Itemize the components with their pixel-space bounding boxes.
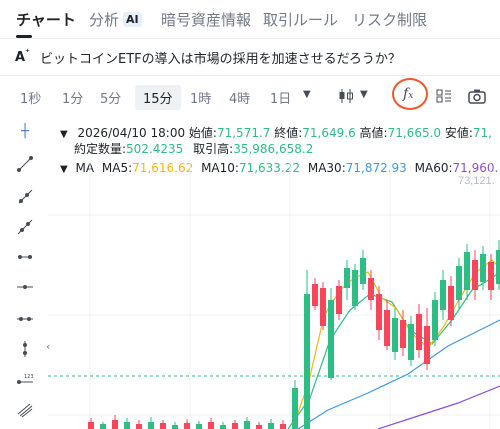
volume-value: 502.4235 [126, 142, 184, 156]
chart-type-chevron-icon[interactable]: ▼ [360, 89, 368, 100]
ohlc-collapse-chevron-icon[interactable]: ▼ [60, 129, 68, 140]
candle-body [416, 314, 422, 350]
candle-body [336, 286, 342, 314]
candle-body [488, 262, 494, 290]
vertical-range-icon[interactable] [16, 310, 34, 328]
candle-body [100, 424, 106, 429]
layout-grid-icon[interactable] [436, 89, 452, 103]
ohlc-row: ▼ 2026/04/10 18:00 始値:71,571.7 終値:71,649… [60, 124, 492, 141]
candle-body [232, 423, 238, 429]
candle-body [432, 300, 438, 340]
candle-body [344, 268, 350, 288]
candle-body [312, 284, 318, 306]
tab-risk-limits[interactable]: リスク制限 [352, 9, 427, 30]
price-line-icon[interactable]: 123 [16, 370, 34, 388]
candle-body [88, 422, 94, 429]
camera-icon[interactable] [468, 88, 486, 104]
low-value: 71, [472, 126, 492, 140]
chart-grid [48, 160, 500, 429]
candle-body [392, 318, 398, 352]
open-label: 始値: [188, 126, 217, 140]
horizontal-ray-icon[interactable] [16, 278, 34, 296]
banner-question[interactable]: ビットコインETFの導入は市場の採用を加速させるだろうか？ [40, 48, 401, 67]
svg-text:123: 123 [24, 374, 34, 380]
candle-body [160, 423, 166, 429]
candle-body [124, 422, 130, 429]
candle-body [280, 424, 286, 429]
close-value: 71,649.6 [302, 126, 356, 140]
turnover-value: 35,986,658.2 [233, 142, 314, 156]
candle-body [268, 423, 274, 429]
candle-body [496, 250, 500, 284]
candle-body [480, 254, 486, 282]
horizontal-line-icon[interactable] [16, 248, 34, 266]
extended-line-icon[interactable] [16, 218, 34, 236]
candle-body [360, 258, 366, 284]
candle-body [368, 278, 374, 300]
indicator-fx-icon[interactable]: fx [403, 86, 413, 102]
timeframe-15m[interactable]: 15分 [135, 85, 181, 110]
ai-badge: AI [123, 12, 142, 27]
candlestick-icon[interactable] [338, 88, 356, 104]
candle-body [112, 420, 118, 429]
high-value: 71,665.0 [387, 126, 442, 140]
candle-body [196, 424, 202, 429]
candle-body [244, 421, 250, 429]
candle-body [352, 270, 358, 306]
vertical-line-icon[interactable] [16, 340, 34, 358]
close-label: 終値: [274, 126, 303, 140]
crosshair-icon[interactable]: ┼ [16, 123, 34, 141]
ai-sparkle-icon: A⁺ [15, 48, 30, 65]
candle-body [184, 423, 190, 429]
candle-body [148, 422, 154, 429]
price-label: 73,121. [458, 175, 495, 187]
candle-body [292, 388, 298, 429]
timeframe-1d[interactable]: 1日 [270, 88, 291, 107]
candle-body [384, 310, 390, 346]
candlestick-chart[interactable]: 73,121. [48, 160, 500, 429]
fib-icon[interactable] [16, 401, 34, 419]
timeframe-1s[interactable]: 1秒 [20, 88, 41, 107]
open-value: 71,571.7 [216, 126, 271, 140]
tab-crypto-info[interactable]: 暗号資産情報 [161, 9, 251, 30]
low-label: 安値: [444, 126, 473, 140]
tab-analysis[interactable]: 分析 AI [89, 9, 142, 30]
trend-line-icon[interactable] [16, 155, 34, 173]
candle-body [464, 252, 470, 290]
tab-chart[interactable]: チャート [16, 9, 76, 30]
candle-body [440, 280, 446, 310]
candle-body [320, 288, 326, 326]
volume-label: 約定数量: [74, 142, 127, 156]
candle-body [424, 326, 430, 364]
candle-body [328, 300, 334, 378]
candle-body [256, 425, 262, 429]
high-label: 高値: [359, 126, 388, 140]
candle-body [208, 422, 214, 429]
turnover-label: 取引高: [193, 142, 234, 156]
candle-body [456, 266, 462, 300]
candle-body [408, 324, 414, 360]
tab-trading-rules[interactable]: 取引ルール [263, 9, 338, 30]
candle-body [172, 425, 178, 429]
candle-body [472, 260, 478, 290]
ma60-line [377, 385, 500, 429]
candle-body [220, 425, 226, 429]
ray-icon[interactable] [16, 188, 34, 206]
candle-body [304, 294, 310, 429]
top-tabs: チャート 分析 AI 暗号資産情報 取引ルール リスク制限 [0, 0, 500, 39]
tab-analysis-label: 分析 [89, 11, 120, 29]
candle-body [136, 424, 142, 429]
timeframe-5m[interactable]: 5分 [100, 88, 121, 107]
candle-body [400, 320, 406, 348]
candle-body [448, 286, 454, 320]
timeframe-1m[interactable]: 1分 [62, 88, 83, 107]
timeframe-4h[interactable]: 4時 [229, 88, 250, 107]
timeframe-1h[interactable]: 1時 [190, 88, 211, 107]
chevron-down-icon[interactable]: ▼ [303, 89, 311, 100]
candle-body [376, 294, 382, 330]
volume-row: 約定数量:502.4235 取引高:35,986,658.2 [74, 140, 313, 157]
ohlc-datetime: 2026/04/10 18:00 [77, 126, 186, 140]
